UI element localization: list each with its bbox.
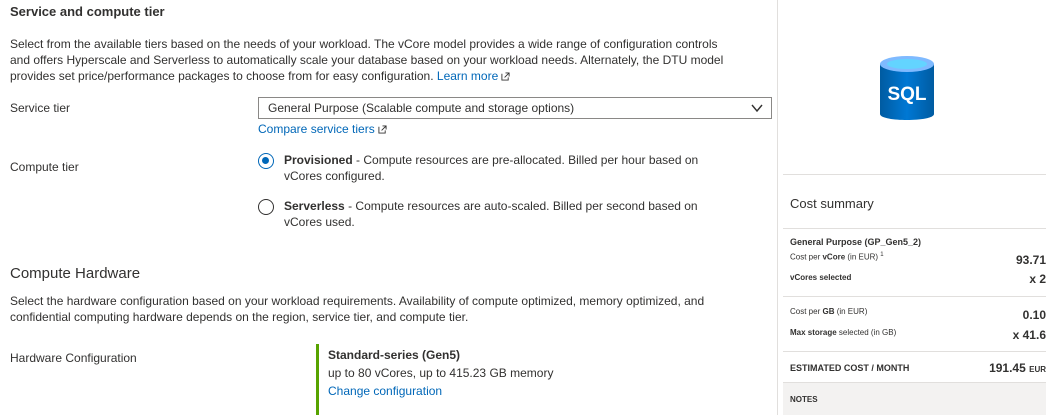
hardware-config-name: Standard-series (Gen5) (328, 348, 461, 362)
footnote: 1 (880, 252, 884, 258)
service-description: Select from the available tiers based on… (10, 36, 723, 84)
vcores-row: vCores selected x 2 (790, 272, 1046, 286)
notes-label: NOTES (790, 395, 818, 404)
compute-tier-label: Compute tier (10, 160, 79, 174)
separator (783, 174, 1046, 175)
description-text: provides set price/performance packages … (10, 69, 434, 83)
external-link-icon (501, 72, 510, 81)
hardware-description: Select the hardware configuration based … (10, 293, 704, 325)
serverless-desc: - Compute resources are auto-scaled. Bil… (344, 199, 698, 213)
cost-per-vcore-row: Cost per vCore (in EUR) 1 93.71 (790, 252, 1046, 267)
service-tier-select[interactable]: General Purpose (Scalable compute and st… (258, 97, 772, 119)
row-label-bold: Max storage (790, 328, 837, 337)
main-panel: Service and compute tier Select from the… (10, 0, 775, 415)
separator (783, 296, 1046, 297)
provisioned-radio[interactable] (258, 153, 274, 169)
provisioned-desc-line2: vCores configured. (284, 169, 385, 183)
service-tier-label: Service tier (10, 101, 71, 115)
row-label-bold: vCore (822, 252, 846, 262)
provisioned-text: Provisioned - Compute resources are pre-… (284, 152, 754, 184)
service-tier-value: General Purpose (Scalable compute and st… (268, 101, 575, 115)
estimated-cost-row: ESTIMATED COST / MONTH 191.45 EUR (790, 361, 1046, 375)
hardware-config-desc: up to 80 vCores, up to 415.23 GB memory (328, 366, 554, 380)
sql-icon-label: SQL (887, 84, 926, 105)
separator (783, 351, 1046, 352)
cost-per-gb-value: 0.10 (1022, 308, 1046, 322)
sql-database-icon: SQL (880, 56, 934, 120)
compare-link-label: Compare service tiers (258, 122, 375, 136)
provisioned-title: Provisioned (284, 153, 353, 167)
serverless-radio[interactable] (258, 199, 274, 215)
cost-per-gb-row: Cost per GB (in EUR) 0.10 (790, 307, 1046, 322)
row-label: Cost per (790, 307, 823, 316)
estimated-amount: 191.45 (989, 361, 1026, 375)
learn-more-link[interactable]: Learn more (437, 69, 510, 83)
max-storage-row: Max storage selected (in GB) x 41.6 (790, 328, 1046, 342)
learn-more-label: Learn more (436, 69, 499, 83)
serverless-desc-line2: vCores used. (284, 215, 355, 229)
description-line: Select the hardware configuration based … (10, 294, 705, 308)
change-configuration-link[interactable]: Change configuration (328, 383, 758, 400)
chevron-down-icon (751, 104, 763, 113)
row-label-bold: GB (822, 307, 835, 316)
row-label: (in EUR) (834, 307, 868, 316)
compare-service-tiers-link[interactable]: Compare service tiers (258, 122, 387, 136)
vcores-value: x 2 (1029, 272, 1046, 286)
provisioned-desc: - Compute resources are pre-allocated. B… (352, 153, 699, 167)
hardware-config-block: Standard-series (Gen5) up to 80 vCores, … (316, 344, 758, 415)
row-label-bold: vCores selected (790, 273, 852, 282)
notes-section: NOTES (783, 383, 1046, 415)
estimated-cost-label: ESTIMATED COST / MONTH (790, 363, 910, 373)
max-storage-value: x 41.6 (1012, 328, 1046, 342)
row-label: (in EUR) (845, 252, 881, 262)
description-line: provides set price/performance packages … (10, 68, 723, 84)
cost-summary-title: Cost summary (790, 196, 874, 211)
serverless-title: Serverless (284, 199, 345, 213)
cost-per-vcore-value: 93.71 (1015, 253, 1046, 267)
compute-hardware-heading: Compute Hardware (10, 265, 141, 282)
serverless-text: Serverless - Compute resources are auto-… (284, 198, 754, 230)
description-line: Select from the available tiers based on… (10, 37, 718, 51)
row-label: Cost per (790, 252, 823, 262)
cost-summary-panel: SQL Cost summary General Purpose (GP_Gen… (778, 0, 1046, 415)
compare-tiers-link-wrap: Compare service tiers (258, 121, 387, 137)
hardware-config-label: Hardware Configuration (10, 351, 137, 365)
row-label: selected (in GB) (836, 328, 897, 337)
external-link-icon (378, 125, 387, 134)
section-title: Service and compute tier (10, 4, 165, 19)
separator (783, 228, 1046, 229)
description-line: confidential computing hardware depends … (10, 310, 469, 324)
estimated-cost-value: 191.45 EUR (989, 361, 1046, 375)
description-line: and offers Hyperscale and Serverless to … (10, 53, 724, 67)
currency: EUR (1029, 365, 1046, 374)
tier-name: General Purpose (GP_Gen5_2) (790, 237, 922, 247)
